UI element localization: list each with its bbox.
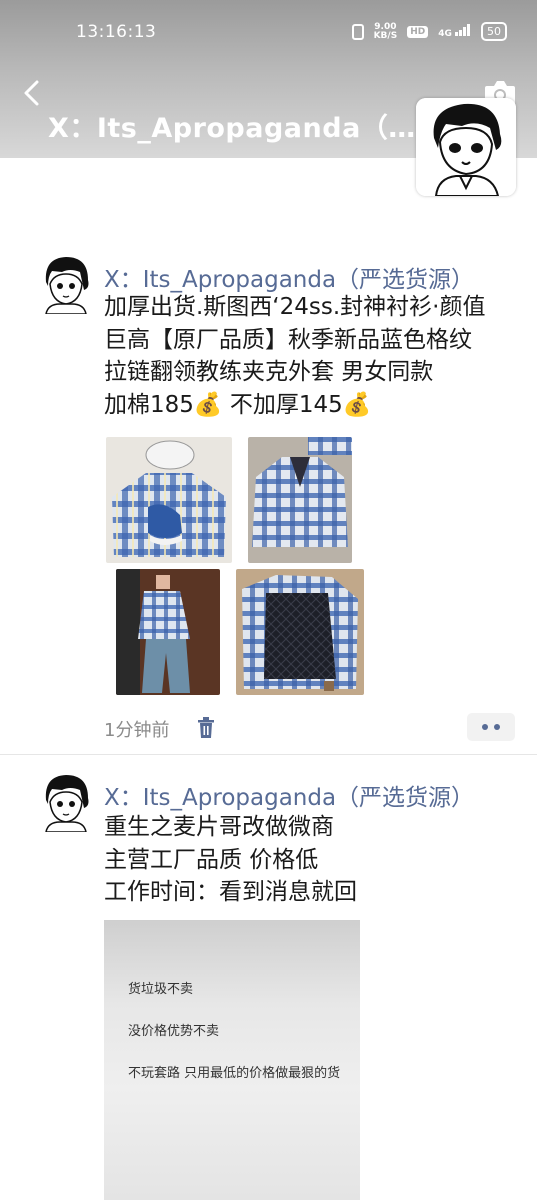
post-photo[interactable] — [248, 437, 352, 563]
vibrate-icon — [351, 23, 364, 40]
hd-badge: HD — [407, 25, 429, 38]
author-name[interactable]: X：Its_Apropaganda（严选货源） — [104, 260, 474, 294]
post-photo[interactable] — [106, 437, 232, 563]
back-chevron-icon[interactable] — [18, 78, 48, 108]
post-text: 加厚出货.斯图西‘24ss.封神衬衫·颜值 巨高【原厂品质】秋季新品蓝色格纹 拉… — [104, 294, 486, 418]
dot-icon — [482, 724, 488, 730]
author-avatar[interactable] — [38, 254, 94, 315]
status-time: 13:16:13 — [76, 22, 157, 42]
status-bar: 13:16:13 9.00 KB/S HD 4G 50 — [0, 0, 537, 66]
network-speed: 9.00 KB/S — [373, 21, 398, 41]
post-photo[interactable] — [236, 569, 364, 695]
poster-text: 货垃圾不卖 — [128, 982, 194, 997]
status-icons: 9.00 KB/S HD 4G 50 — [351, 21, 507, 41]
author-name[interactable]: X：Its_Apropaganda（严选货源） — [104, 778, 474, 812]
signal-icon: 4G — [438, 24, 471, 39]
post-time: 1分钟前 — [104, 720, 170, 741]
profile-cover-avatar[interactable] — [416, 98, 516, 196]
post-text: 重生之麦片哥改做微商 主营工厂品质 价格低 工作时间：看到消息就回 — [104, 814, 357, 905]
post-divider — [0, 754, 537, 755]
post-photo[interactable] — [116, 569, 220, 695]
more-options-button[interactable] — [467, 713, 515, 741]
page-title: X：Its_Apropaganda（… — [48, 113, 416, 144]
battery-indicator: 50 — [481, 22, 507, 41]
poster-text: 不玩套路 只用最低的价格做最狠的货 — [128, 1066, 341, 1081]
post-image-poster[interactable]: 货垃圾不卖 没价格优势不卖 不玩套路 只用最低的价格做最狠的货 — [104, 920, 360, 1200]
dot-icon — [494, 724, 500, 730]
poster-text: 没价格优势不卖 — [128, 1024, 220, 1039]
author-avatar[interactable] — [38, 772, 94, 833]
trash-icon[interactable] — [196, 717, 216, 739]
